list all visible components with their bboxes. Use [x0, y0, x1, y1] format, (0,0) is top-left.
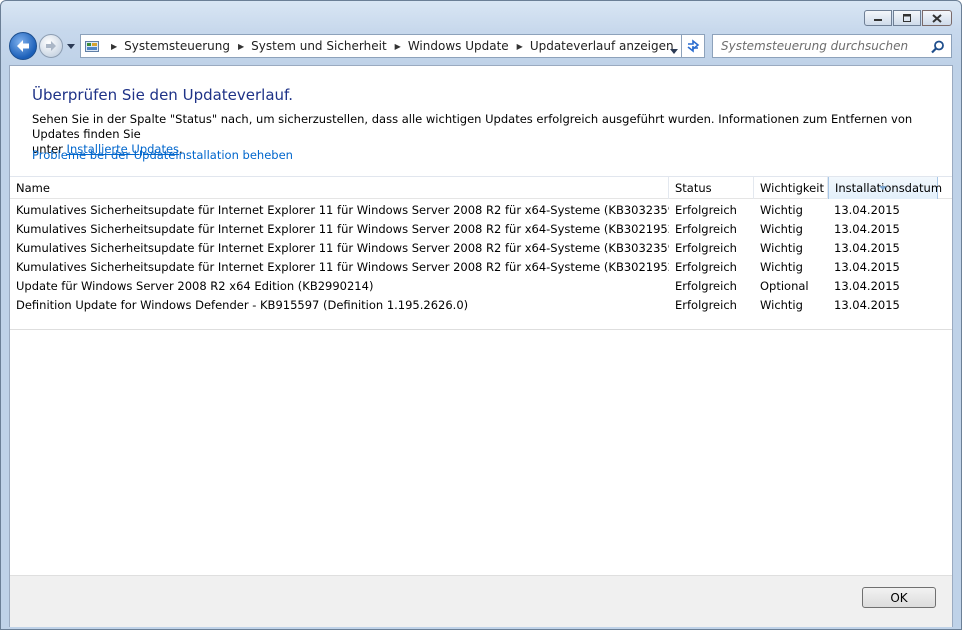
update-history-list: Name Status Wichtigkeit Installationsdat… [10, 176, 952, 331]
troubleshoot-link[interactable]: Probleme bei der Updateinstallation behe… [32, 148, 293, 162]
row-install-date: 13.04.2015 [834, 241, 900, 255]
breadcrumb-separator-icon: ▶ [516, 41, 523, 51]
row-status: Erfolgreich [675, 279, 737, 293]
page-title: Überprüfen Sie den Updateverlauf. [32, 86, 294, 104]
list-header: Name Status Wichtigkeit Installationsdat… [10, 176, 952, 199]
column-header-status[interactable]: Status [669, 177, 754, 199]
breadcrumb-separator-icon: ▶ [238, 41, 245, 51]
chevron-down-icon [67, 43, 75, 49]
close-button[interactable] [922, 10, 952, 26]
row-name: Kumulatives Sicherheitsupdate für Intern… [16, 241, 669, 255]
row-install-date: 13.04.2015 [834, 298, 900, 312]
minimize-button[interactable] [864, 10, 892, 26]
maximize-button[interactable] [893, 10, 921, 26]
row-name: Definition Update for Windows Defender -… [16, 298, 469, 312]
column-header-install-date-label: Installationsdatum [835, 181, 943, 195]
table-row[interactable]: Kumulatives Sicherheitsupdate für Intern… [10, 201, 952, 220]
content-panel: Überprüfen Sie den Updateverlauf. Sehen … [9, 65, 953, 627]
refresh-button[interactable] [681, 34, 705, 58]
navigation-bar: ▶ Systemsteuerung ▶ System und Sicherhei… [9, 32, 953, 60]
row-status: Erfolgreich [675, 241, 737, 255]
column-header-importance[interactable]: Wichtigkeit [754, 177, 828, 199]
row-importance: Wichtig [760, 241, 803, 255]
row-importance: Wichtig [760, 222, 803, 236]
breadcrumb: ▶ Systemsteuerung ▶ System und Sicherhei… [107, 39, 674, 53]
search-box[interactable] [712, 34, 952, 58]
maximize-icon [903, 14, 911, 22]
breadcrumb-item-windows-update[interactable]: Windows Update [408, 39, 509, 53]
row-status: Erfolgreich [675, 203, 737, 217]
minimize-icon [874, 19, 882, 21]
address-dropdown-icon[interactable] [670, 43, 678, 57]
column-header-install-date[interactable]: Installationsdatum [828, 176, 942, 199]
row-install-date: 13.04.2015 [834, 222, 900, 236]
table-row[interactable]: Kumulatives Sicherheitsupdate für Intern… [10, 220, 952, 239]
refresh-icon [687, 39, 700, 53]
row-name: Update für Windows Server 2008 R2 x64 Ed… [16, 279, 374, 293]
row-install-date: 13.04.2015 [834, 203, 900, 217]
row-importance: Wichtig [760, 298, 803, 312]
table-row[interactable]: Kumulatives Sicherheitsupdate für Intern… [10, 258, 952, 277]
row-status: Erfolgreich [675, 260, 737, 274]
row-importance: Optional [760, 279, 809, 293]
ok-button[interactable]: OK [862, 587, 936, 608]
table-row[interactable]: Kumulatives Sicherheitsupdate für Intern… [10, 239, 952, 258]
row-importance: Wichtig [760, 260, 803, 274]
row-status: Erfolgreich [675, 222, 737, 236]
close-icon [932, 13, 942, 23]
row-name: Kumulatives Sicherheitsupdate für Intern… [16, 260, 669, 274]
address-bar[interactable]: ▶ Systemsteuerung ▶ System und Sicherhei… [80, 34, 683, 58]
row-name: Kumulatives Sicherheitsupdate für Intern… [16, 222, 669, 236]
row-name: Kumulatives Sicherheitsupdate für Intern… [16, 203, 669, 217]
back-button[interactable] [9, 32, 37, 60]
row-importance: Wichtig [760, 203, 803, 217]
list-divider [10, 329, 952, 330]
row-install-date: 13.04.2015 [834, 279, 900, 293]
description-text: Sehen Sie in der Spalte "Status" nach, u… [32, 112, 913, 141]
row-status: Erfolgreich [675, 298, 737, 312]
control-panel-icon [85, 38, 103, 54]
breadcrumb-separator-icon: ▶ [394, 41, 401, 51]
window: ▶ Systemsteuerung ▶ System und Sicherhei… [0, 0, 962, 630]
table-row[interactable]: Definition Update for Windows Defender -… [10, 296, 952, 315]
arrow-right-icon [46, 41, 56, 51]
table-row[interactable]: Update für Windows Server 2008 R2 x64 Ed… [10, 277, 952, 296]
caption-buttons [863, 10, 952, 26]
breadcrumb-item-control-panel[interactable]: Systemsteuerung [124, 39, 230, 53]
row-install-date: 13.04.2015 [834, 260, 900, 274]
breadcrumb-separator-icon: ▶ [111, 41, 118, 51]
search-icon[interactable] [931, 40, 945, 57]
search-input[interactable] [719, 38, 931, 54]
recent-pages-dropdown[interactable] [66, 40, 76, 52]
sort-indicator-icon [879, 176, 887, 198]
footer-bar: OK [10, 575, 952, 627]
forward-button[interactable] [39, 34, 63, 58]
column-header-name[interactable]: Name [10, 177, 669, 199]
breadcrumb-item-system-security[interactable]: System und Sicherheit [251, 39, 387, 53]
arrow-left-icon [17, 40, 29, 52]
breadcrumb-item-update-history[interactable]: Updateverlauf anzeigen [530, 39, 674, 53]
